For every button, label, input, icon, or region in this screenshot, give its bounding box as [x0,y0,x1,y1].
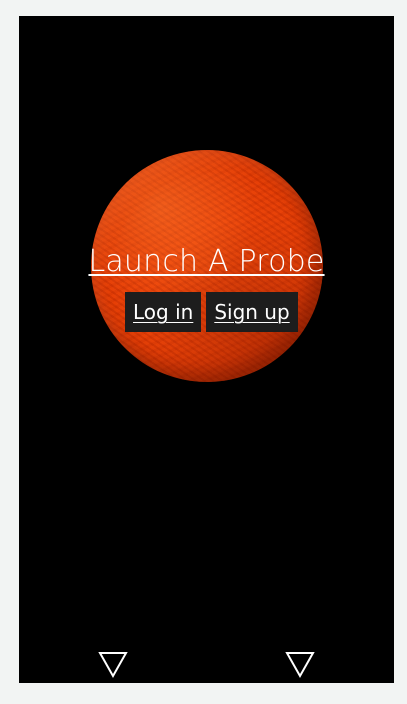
nav-right-triangle-icon[interactable] [285,651,315,679]
login-button[interactable]: Log in [125,292,202,332]
app-screen: Launch A Probe Log in Sign up [19,16,394,683]
signup-button[interactable]: Sign up [206,292,298,332]
auth-buttons: Log in Sign up [125,292,298,332]
launch-probe-link[interactable]: Launch A Probe [19,242,394,282]
nav-left-triangle-icon[interactable] [98,651,128,679]
